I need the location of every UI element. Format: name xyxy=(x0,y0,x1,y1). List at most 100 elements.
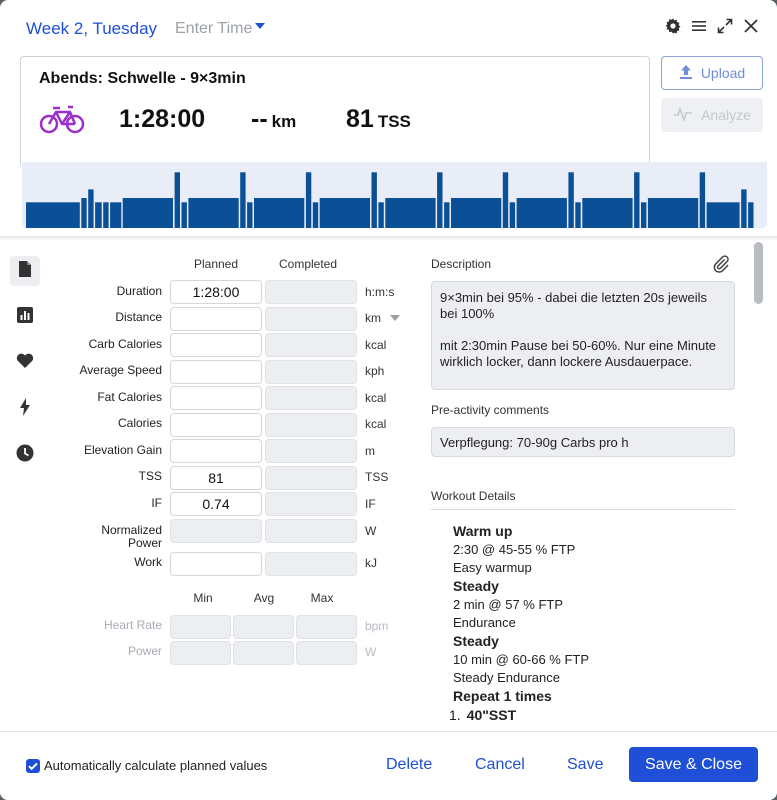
unit-heart-rate: bpm xyxy=(365,619,389,633)
profile-interval-bar xyxy=(502,172,509,228)
nav-summary[interactable] xyxy=(10,256,40,286)
planned-calories-input[interactable] xyxy=(170,413,262,437)
workout-modal: Week 2, Tuesday Enter Time Abends: Schwe… xyxy=(0,0,777,800)
analyze-button[interactable]: Analyze xyxy=(661,98,763,132)
completed-average-speed-input[interactable] xyxy=(265,360,357,384)
description-textarea[interactable]: 9×3min bei 95% - dabei die letzten 20s j… xyxy=(431,281,735,390)
row-label-distance: Distance xyxy=(115,310,162,324)
distance-unit-chevron-icon[interactable] xyxy=(390,315,400,321)
save-close-button[interactable]: Save & Close xyxy=(629,747,758,782)
profile-interval-bar xyxy=(444,202,450,228)
expand-icon[interactable] xyxy=(717,18,733,34)
planned-carb-calories-input[interactable] xyxy=(170,333,262,357)
row-label-fat-calories: Fat Calories xyxy=(97,390,162,404)
col-max: Max xyxy=(310,591,334,605)
comments-textarea[interactable]: Verpflegung: 70-90g Carbs pro h xyxy=(431,427,735,457)
profile-interval-bar xyxy=(188,198,239,228)
upload-icon xyxy=(679,64,693,83)
scrollbar-thumb[interactable] xyxy=(754,242,763,304)
profile-interval-bar xyxy=(748,202,754,228)
completed-tss-input[interactable] xyxy=(265,466,357,490)
profile-interval-bar xyxy=(634,172,640,228)
col-min: Min xyxy=(193,591,213,605)
unit-carb-calories: kcal xyxy=(365,338,387,352)
tss-stat: 81 TSS xyxy=(346,105,411,134)
planned-duration-input[interactable]: 1:28:00 xyxy=(170,280,262,304)
completed-calories-input[interactable] xyxy=(265,413,357,437)
step-name: Steady xyxy=(453,633,499,649)
close-icon[interactable] xyxy=(743,18,759,34)
profile-interval-bar xyxy=(509,202,516,228)
step-note: Endurance xyxy=(453,615,516,630)
profile-interval-bar xyxy=(706,202,740,228)
row-label-average-speed: Average Speed xyxy=(79,363,162,377)
gear-icon[interactable] xyxy=(665,18,681,34)
nav-health[interactable] xyxy=(10,348,40,378)
unit-distance[interactable]: km xyxy=(365,311,381,325)
side-nav xyxy=(10,256,40,486)
row-label-power: Power xyxy=(127,644,162,658)
nav-history[interactable] xyxy=(10,440,40,470)
completed-duration-input[interactable] xyxy=(265,280,357,304)
planned-tss-input[interactable]: 81 xyxy=(170,466,262,490)
hr-max-input xyxy=(296,615,357,639)
profile-interval-bar xyxy=(568,172,574,228)
analyze-label: Analyze xyxy=(701,107,751,123)
planned-if-input[interactable]: 0.74 xyxy=(170,492,262,516)
repeat-item-name: 40"SST xyxy=(466,707,517,723)
hr-avg-input xyxy=(233,615,294,639)
profile-interval-bar xyxy=(181,202,187,228)
planned-fat-calories-input[interactable] xyxy=(170,386,262,410)
upload-label: Upload xyxy=(700,65,746,81)
completed-elevation-input[interactable] xyxy=(265,439,357,463)
time-placeholder: Enter Time xyxy=(175,20,253,37)
hr-min-input xyxy=(170,615,231,639)
step-target: 2 min @ 57 % FTP xyxy=(453,597,564,612)
profile-interval-bar xyxy=(575,202,581,228)
nav-power[interactable] xyxy=(10,394,40,424)
chevron-down-icon xyxy=(255,22,266,29)
step-target: 10 min @ 60-66 % FTP xyxy=(453,652,590,667)
repeat-header: Repeat 1 times xyxy=(453,688,552,704)
delete-button[interactable]: Delete xyxy=(386,756,432,774)
auto-calc-label[interactable]: Automatically calculate planned values xyxy=(44,758,267,773)
completed-carb-calories-input[interactable] xyxy=(265,333,357,357)
completed-distance-input[interactable] xyxy=(265,307,357,331)
header-icons xyxy=(665,18,759,34)
profile-interval-bar xyxy=(582,198,633,228)
time-select[interactable]: Enter Time xyxy=(175,20,266,38)
profile-interval-bar xyxy=(378,202,384,228)
menu-icon[interactable] xyxy=(691,18,707,34)
check-icon xyxy=(28,762,38,771)
row-label-duration: Duration xyxy=(116,284,162,298)
profile-interval-bar xyxy=(174,172,180,228)
profile-interval-bar xyxy=(699,172,706,228)
row-label-calories: Calories xyxy=(117,416,162,430)
save-button[interactable]: Save xyxy=(567,756,603,774)
completed-fat-calories-input[interactable] xyxy=(265,386,357,410)
description-title: Description xyxy=(431,257,492,271)
planned-distance-input[interactable] xyxy=(170,307,262,331)
row-label-normalized-power: Normalized Power xyxy=(101,523,162,550)
planned-average-speed-input[interactable] xyxy=(170,360,262,384)
profile-interval-bar xyxy=(385,198,436,228)
row-label-work: Work xyxy=(134,555,162,569)
cancel-button[interactable]: Cancel xyxy=(475,756,525,774)
completed-if-input[interactable] xyxy=(265,492,357,516)
auto-calc-checkbox[interactable] xyxy=(26,759,40,773)
completed-work-input[interactable] xyxy=(265,552,357,576)
completed-normalized-power-input[interactable] xyxy=(265,519,357,543)
document-icon xyxy=(18,260,32,283)
profile-interval-bar xyxy=(240,172,246,228)
planned-elevation-input[interactable] xyxy=(170,439,262,463)
nav-charts[interactable] xyxy=(10,302,40,332)
planned-work-input[interactable] xyxy=(170,552,262,576)
upload-button[interactable]: Upload xyxy=(661,56,763,90)
unit-duration: h:m:s xyxy=(365,285,395,299)
row-label-heart-rate: Heart Rate xyxy=(103,618,162,632)
tss-unit: TSS xyxy=(377,112,411,131)
paperclip-icon[interactable] xyxy=(712,255,730,278)
workout-details-title: Workout Details xyxy=(431,489,516,503)
unit-if: IF xyxy=(365,497,376,511)
row-label-elevation-gain: Elevation Gain xyxy=(83,443,162,457)
